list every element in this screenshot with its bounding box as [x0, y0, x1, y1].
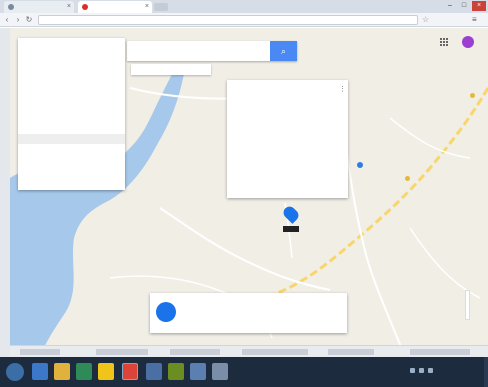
apps-grid-icon[interactable] [440, 38, 448, 46]
back-icon[interactable]: ‹ [2, 15, 12, 25]
battery-icon[interactable] [428, 368, 433, 373]
app-icon[interactable] [168, 363, 184, 380]
search-input[interactable] [129, 43, 269, 59]
panel-list-item[interactable] [24, 116, 119, 124]
poi-dot-icon[interactable] [405, 176, 410, 181]
address-bar[interactable] [38, 15, 418, 25]
search-button[interactable]: ⌕ [270, 41, 297, 61]
strip-item[interactable] [410, 349, 470, 355]
poi-dot-icon[interactable] [470, 93, 475, 98]
forward-icon[interactable]: › [13, 15, 23, 25]
filter-chip[interactable] [185, 65, 209, 74]
chrome-icon[interactable] [122, 363, 138, 380]
maps-icon [82, 4, 88, 10]
reload-icon[interactable]: ↻ [24, 15, 34, 25]
browser-toolbar: ‹ › ↻ ☆ ≡ [0, 13, 488, 27]
app-icon[interactable] [212, 363, 228, 380]
minor-road [389, 117, 471, 159]
star-icon[interactable]: ☆ [422, 15, 429, 25]
app-icon[interactable] [98, 363, 114, 380]
place-card-row [233, 152, 341, 160]
search-icon: ⌕ [280, 46, 287, 56]
filter-chip-bar [131, 64, 211, 75]
place-card-row [233, 164, 341, 172]
close-icon[interactable]: ⋮ [339, 85, 346, 93]
menu-icon[interactable]: ≡ [472, 15, 477, 25]
browser-tab-strip: × × – □ × [0, 0, 488, 13]
strip-item[interactable] [328, 349, 374, 355]
pin-label [283, 226, 299, 232]
strip-item[interactable] [170, 349, 220, 355]
filter-chip[interactable] [159, 65, 183, 74]
minimize-icon[interactable]: – [444, 1, 456, 11]
panel-list-item[interactable] [24, 136, 119, 144]
maximize-icon[interactable]: □ [458, 1, 470, 11]
start-icon[interactable] [6, 363, 24, 381]
side-panel [18, 38, 125, 190]
window-edge [0, 28, 10, 357]
place-card-row [233, 140, 341, 148]
strip-item[interactable] [96, 349, 148, 355]
map-bottom-strip [10, 345, 488, 357]
app-icon[interactable] [190, 363, 206, 380]
show-desktop-button[interactable] [484, 357, 488, 387]
window-close-icon[interactable]: × [472, 1, 486, 11]
media-icon[interactable] [76, 363, 92, 380]
place-info-card: ⋮ [227, 80, 348, 198]
ie-icon[interactable] [32, 363, 48, 380]
document-icon [8, 4, 14, 10]
result-card[interactable] [150, 293, 347, 333]
browser-tab-1[interactable]: × [4, 1, 74, 13]
panel-list-item[interactable] [24, 126, 119, 134]
browser-tab-maps[interactable]: × [78, 1, 152, 13]
folder-icon[interactable] [54, 363, 70, 380]
poi-dot-icon[interactable] [357, 162, 363, 168]
close-icon[interactable]: × [67, 3, 71, 11]
place-card-row [233, 104, 341, 112]
new-tab-button[interactable] [154, 3, 168, 11]
place-card-row [233, 128, 341, 136]
map-zoom-control[interactable] [465, 290, 470, 320]
strip-item[interactable] [20, 349, 60, 355]
avatar[interactable] [462, 36, 474, 48]
place-icon [156, 302, 176, 322]
volume-icon[interactable] [419, 368, 424, 373]
network-icon[interactable] [410, 368, 415, 373]
place-card-row [233, 116, 341, 124]
close-icon[interactable]: × [145, 3, 149, 11]
minor-road [409, 227, 481, 299]
app-icon[interactable] [146, 363, 162, 380]
os-taskbar [0, 357, 488, 387]
strip-item[interactable] [242, 349, 308, 355]
minor-road [339, 87, 406, 357]
filter-chip[interactable] [133, 65, 157, 74]
